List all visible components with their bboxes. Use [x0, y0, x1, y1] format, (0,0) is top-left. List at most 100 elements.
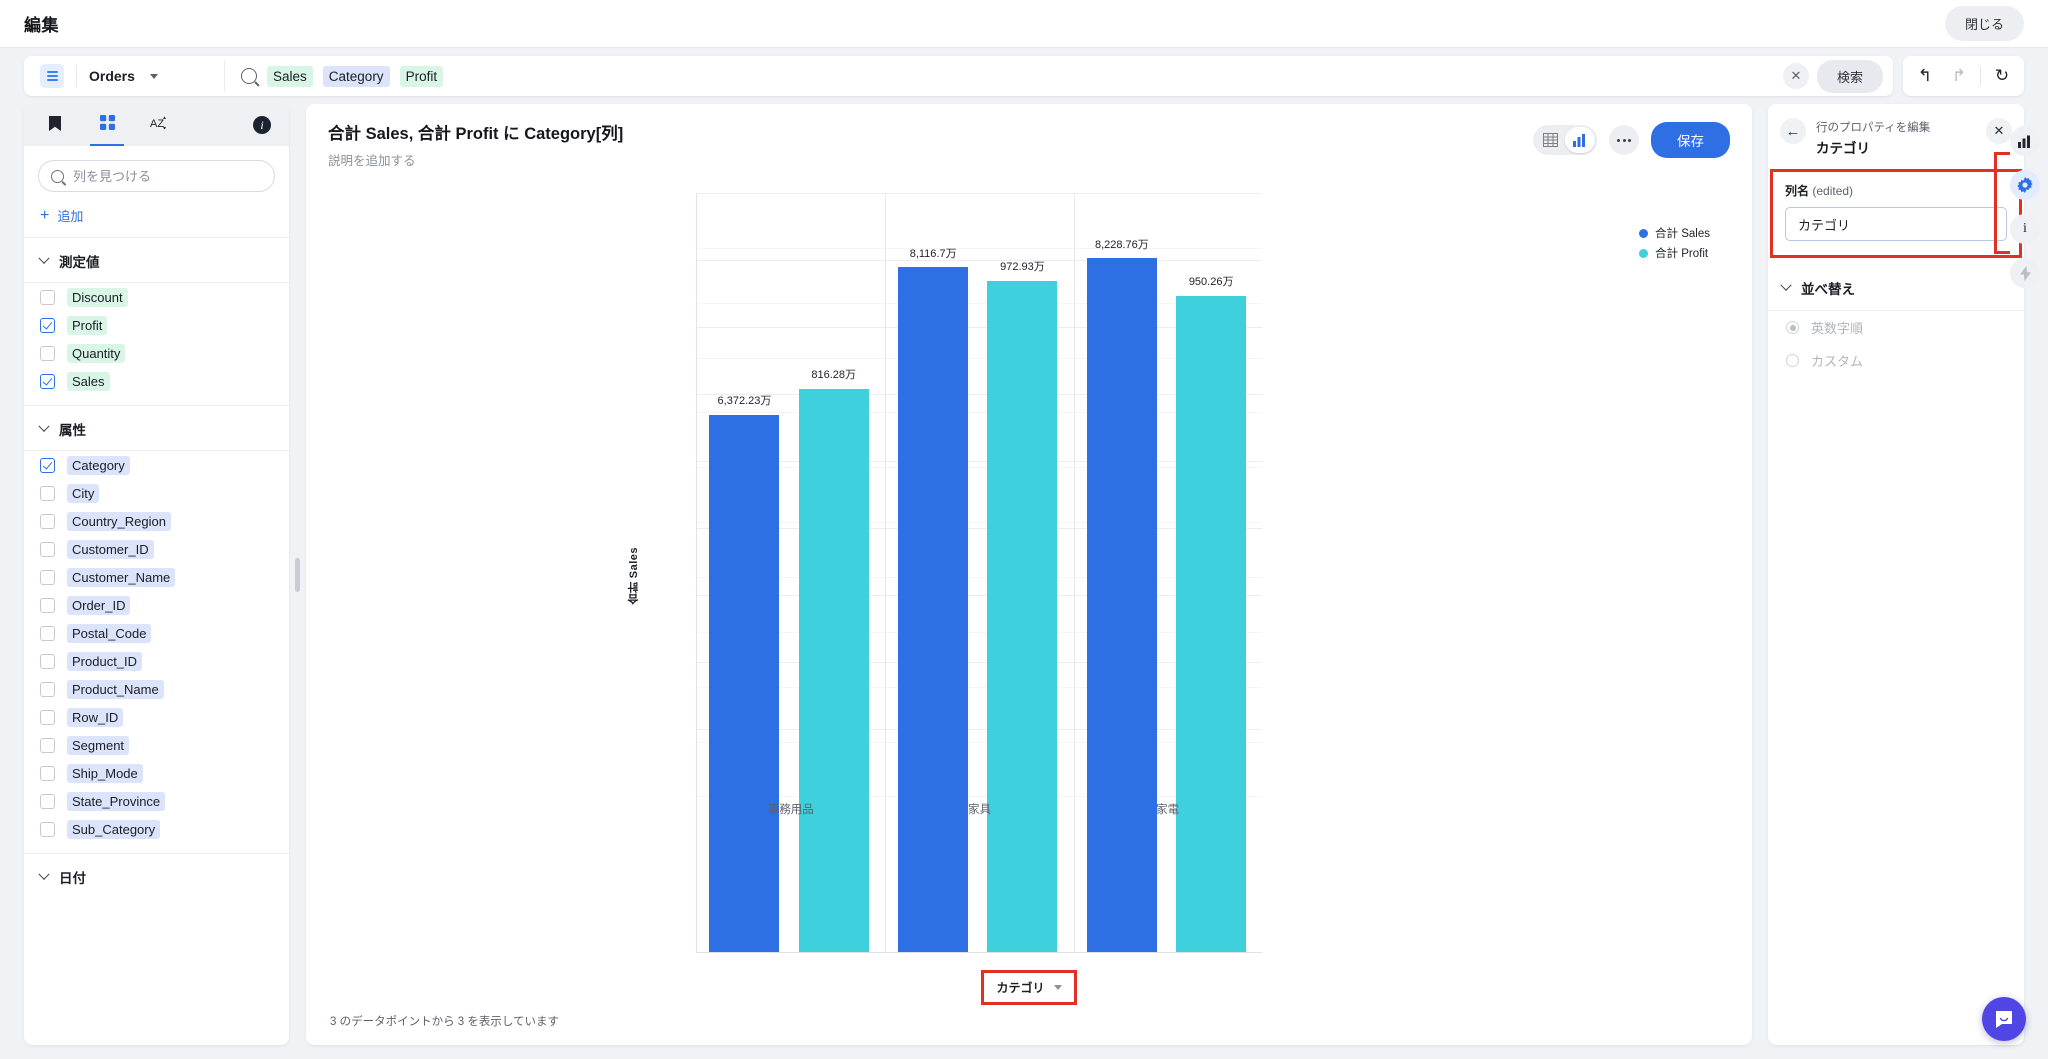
column-name-input[interactable] [1785, 207, 2007, 241]
checkbox[interactable] [40, 625, 55, 641]
checkbox[interactable] [40, 681, 55, 697]
chevron-down-icon [38, 420, 50, 432]
sort-option-alphanumeric[interactable]: 英数字順 [1768, 311, 2024, 344]
column-item-country-region[interactable]: Country_Region [24, 507, 289, 535]
column-label: City [67, 483, 100, 503]
column-item-state-province[interactable]: State_Province [24, 787, 289, 815]
find-column-box[interactable] [38, 160, 275, 192]
column-item-city[interactable]: City [24, 479, 289, 507]
sidebar-tab-bookmark[interactable] [42, 110, 68, 140]
chart-subtitle[interactable]: 説明を追加する [328, 150, 1533, 169]
group-header-measures[interactable]: 測定値 [24, 238, 289, 283]
checkbox[interactable] [40, 345, 55, 361]
column-item-segment[interactable]: Segment [24, 731, 289, 759]
checkbox[interactable] [40, 373, 55, 389]
column-item-sales[interactable]: Sales [24, 367, 289, 395]
column-item-order-id[interactable]: Order_ID [24, 591, 289, 619]
search-token-profit[interactable]: Profit [399, 65, 444, 87]
column-label: Sales [67, 371, 110, 391]
checkbox[interactable] [40, 317, 55, 333]
column-item-profit[interactable]: Profit [24, 311, 289, 339]
sidebar-info-icon[interactable]: i [253, 116, 271, 134]
bar-label-sales-1: 8,116.7万 [909, 247, 957, 260]
table-view-icon[interactable] [1535, 127, 1565, 153]
column-item-customer-name[interactable]: Customer_Name [24, 563, 289, 591]
info-rail-icon[interactable]: i [2010, 214, 2040, 244]
checkbox[interactable] [40, 457, 55, 473]
checkbox[interactable] [40, 289, 55, 305]
chevron-down-icon [1780, 279, 1792, 291]
history-toolbar: ↰ ↱ ↻ [1903, 56, 2024, 96]
back-icon[interactable]: ← [1780, 118, 1806, 144]
search-token-category[interactable]: Category [322, 65, 390, 87]
column-item-postal-code[interactable]: Postal_Code [24, 619, 289, 647]
save-button[interactable]: 保存 [1651, 122, 1730, 158]
chart-title-block: 合計 Sales, 合計 Profit に Category[列] 説明を追加す… [328, 120, 1533, 169]
checkbox[interactable] [40, 793, 55, 809]
column-item-discount[interactable]: Discount [24, 283, 289, 311]
chat-support-button[interactable] [1982, 997, 2026, 1041]
bar-profit-0[interactable] [798, 388, 869, 952]
checkbox[interactable] [40, 541, 55, 557]
sort-option-custom[interactable]: カスタム [1768, 344, 2024, 377]
search-bar: Orders Sales Category Profit ✕ 検索 [24, 56, 1893, 96]
radio-button[interactable] [1786, 354, 1799, 367]
add-column-button[interactable]: + 追加 [24, 196, 289, 238]
checkbox[interactable] [40, 569, 55, 585]
sidebar-tab-sort[interactable]: AZ [146, 110, 172, 140]
sort-section-header[interactable]: 並べ替え [1768, 264, 2024, 311]
chart-plot-area: 合計 Sales 合計 Profit 合計 Sales 合計 Profit 9,… [306, 175, 1752, 1045]
redo-icon[interactable]: ↱ [1943, 60, 1975, 92]
bar-sales-0[interactable] [709, 414, 780, 952]
plot-canvas[interactable]: 6,372.23万 816.28万 8,116.7万 972.93万 8,228… [696, 193, 1262, 953]
column-item-sub-category[interactable]: Sub_Category [24, 815, 289, 843]
radio-button[interactable] [1786, 321, 1799, 334]
bar-sales-2[interactable] [1086, 258, 1157, 952]
add-column-label: 追加 [57, 209, 84, 224]
close-editor-button[interactable]: 閉じる [1944, 6, 2024, 41]
group-header-attributes[interactable]: 属性 [24, 405, 289, 451]
column-item-category[interactable]: Category [24, 451, 289, 479]
checkbox[interactable] [40, 821, 55, 837]
search-input[interactable]: Sales Category Profit [225, 65, 1783, 87]
column-label: Country_Region [67, 511, 171, 531]
checkbox[interactable] [40, 653, 55, 669]
column-list[interactable]: 測定値 Discount Profit Quantity Sales 属性 Ca… [24, 238, 289, 1045]
x-axis-column-pill[interactable]: カテゴリ [981, 970, 1077, 1005]
checkbox[interactable] [40, 597, 55, 613]
column-item-ship-mode[interactable]: Ship_Mode [24, 759, 289, 787]
checkbox[interactable] [40, 709, 55, 725]
checkbox[interactable] [40, 737, 55, 753]
chart-view-icon[interactable] [1565, 127, 1595, 153]
group-header-dates[interactable]: 日付 [24, 853, 289, 898]
sidebar-tab-columns[interactable] [90, 110, 124, 146]
chart-rail-icon[interactable] [2010, 126, 2040, 156]
reset-icon[interactable]: ↻ [1986, 60, 2018, 92]
column-label: Product_ID [67, 651, 143, 671]
undo-icon[interactable]: ↰ [1909, 60, 1941, 92]
data-source-selector[interactable]: Orders [24, 64, 224, 88]
bar-profit-1[interactable] [987, 281, 1058, 952]
sidebar-resize-handle[interactable] [295, 557, 300, 592]
clear-search-icon[interactable]: ✕ [1782, 63, 1809, 89]
search-go-button[interactable]: 検索 [1816, 59, 1883, 93]
lightning-rail-icon[interactable] [2010, 258, 2040, 288]
checkbox[interactable] [40, 513, 55, 529]
menu-icon[interactable] [40, 64, 64, 88]
checkbox[interactable] [40, 765, 55, 781]
column-name-field-group: 列名 (edited) [1770, 169, 2022, 258]
column-item-customer-id[interactable]: Customer_ID [24, 535, 289, 563]
settings-rail-icon[interactable] [2010, 170, 2040, 200]
chart-title[interactable]: 合計 Sales, 合計 Profit に Category[列] [328, 120, 1533, 144]
bar-profit-2[interactable] [1176, 296, 1247, 952]
column-item-quantity[interactable]: Quantity [24, 339, 289, 367]
bar-sales-1[interactable] [898, 267, 969, 952]
find-column-input[interactable] [73, 168, 262, 184]
column-item-product-id[interactable]: Product_ID [24, 647, 289, 675]
column-item-row-id[interactable]: Row_ID [24, 703, 289, 731]
more-options-icon[interactable] [1609, 125, 1639, 155]
search-token-sales[interactable]: Sales [267, 65, 313, 87]
sort-section-label: 並べ替え [1801, 282, 1855, 297]
checkbox[interactable] [40, 485, 55, 501]
column-item-product-name[interactable]: Product_Name [24, 675, 289, 703]
